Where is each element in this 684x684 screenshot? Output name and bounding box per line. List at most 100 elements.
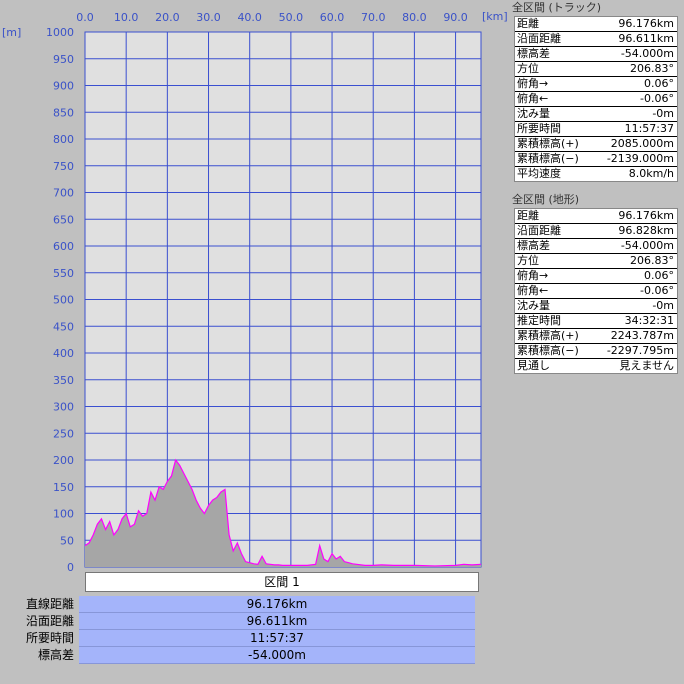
y-tick-label: 650 bbox=[53, 213, 74, 226]
panel-row-label: 沈み量 bbox=[517, 299, 550, 312]
y-tick-label: 850 bbox=[53, 106, 74, 119]
y-tick-label: 800 bbox=[53, 133, 74, 146]
panel-row-value: -0m bbox=[652, 107, 674, 120]
panel-row-value: 11:57:37 bbox=[624, 122, 674, 135]
panel-row-value: -0.06° bbox=[640, 284, 674, 297]
stat-value: 11:57:37 bbox=[79, 630, 475, 647]
panel-row-value: 206.83° bbox=[630, 62, 674, 75]
x-tick-label: 20.0 bbox=[155, 11, 180, 24]
y-tick-label: 900 bbox=[53, 80, 74, 93]
x-tick-label: 50.0 bbox=[279, 11, 304, 24]
panel-row: 方位 206.83° bbox=[515, 254, 677, 269]
y-tick-label: 50 bbox=[60, 534, 74, 547]
stat-label: 標高差 bbox=[37, 648, 74, 662]
panel-row-label: 標高差 bbox=[517, 47, 550, 60]
section-tab[interactable]: 区間 1 bbox=[85, 572, 479, 592]
y-tick-label: 250 bbox=[53, 427, 74, 440]
track-stats-table: 距離 96.176km 沿面距離 96.611km 標高差 -54.000m 方位 206.8… bbox=[514, 16, 678, 182]
panel-row-value: 0.06° bbox=[644, 269, 674, 282]
panel-row-label: 距離 bbox=[517, 17, 539, 30]
panel-row: 標高差 -54.000m bbox=[515, 47, 677, 62]
panel-row: 沿面距離 96.828km bbox=[515, 224, 677, 239]
elevation-chart: 0.0 10.0 20.0 30.0 40.0 50.0 60.0 70.0 80.0 90.0 … bbox=[46, 11, 482, 572]
panel-row-label: 方位 bbox=[517, 254, 539, 267]
panel-row-label: 俯角→ bbox=[517, 77, 549, 90]
panel-row: 俯角→ 0.06° bbox=[515, 269, 677, 284]
panel-row: 累積標高(+) 2085.000m bbox=[515, 137, 677, 152]
y-tick-label: 350 bbox=[53, 374, 74, 387]
panel-row: 距離 96.176km bbox=[515, 17, 677, 32]
panel-row-value: 96.828km bbox=[618, 224, 674, 237]
stat-value: 96.611km bbox=[79, 613, 475, 630]
panel-row-label: 俯角→ bbox=[517, 269, 549, 282]
x-tick-label: 30.0 bbox=[196, 11, 221, 24]
x-tick-label: 60.0 bbox=[320, 11, 345, 24]
panel-row: 所要時間 11:57:37 bbox=[515, 122, 677, 137]
panel-row-value: 2243.787m bbox=[610, 329, 674, 342]
panel-row-label: 方位 bbox=[517, 62, 539, 75]
terrain-summary-panel: 全区間 (地形) 距離 96.176km 沿面距離 96.828km 標高差 -54.00… bbox=[510, 192, 684, 374]
stat-row-surface-distance: 沿面距離 96.611km bbox=[0, 613, 480, 630]
track-summary-panel: 全区間 (トラック) 距離 96.176km 沿面距離 96.611km 標高差 -54.… bbox=[510, 0, 684, 182]
x-unit-label: [km] bbox=[482, 10, 508, 23]
y-tick-label: 150 bbox=[53, 481, 74, 494]
x-tick-label: 90.0 bbox=[443, 11, 468, 24]
panel-row-label: 累積標高(−) bbox=[517, 152, 579, 165]
x-tick-label: 70.0 bbox=[361, 11, 386, 24]
x-tick-label: 80.0 bbox=[402, 11, 427, 24]
stat-value: -54.000m bbox=[79, 647, 475, 664]
y-tick-label: 300 bbox=[53, 401, 74, 414]
panel-row-label: 所要時間 bbox=[517, 122, 561, 135]
y-tick-label: 1000 bbox=[46, 26, 74, 39]
panel-row-value: 8.0km/h bbox=[628, 167, 674, 180]
panel-row: 平均速度 8.0km/h bbox=[515, 167, 677, 181]
track-panel-title: 全区間 (トラック) bbox=[510, 0, 684, 16]
y-tick-label: 450 bbox=[53, 320, 74, 333]
panel-row-value: 96.176km bbox=[618, 17, 674, 30]
y-tick-label: 100 bbox=[53, 508, 74, 521]
panel-row-label: 累積標高(+) bbox=[517, 329, 579, 342]
panel-row-label: 沈み量 bbox=[517, 107, 550, 120]
panel-row-value: -0.06° bbox=[640, 92, 674, 105]
terrain-panel-title: 全区間 (地形) bbox=[510, 192, 684, 208]
stat-row-elevation-diff: 標高差 -54.000m bbox=[0, 647, 480, 664]
x-tick-labels: 0.0 10.0 20.0 30.0 40.0 50.0 60.0 70.0 80.0 90.0 bbox=[76, 11, 468, 24]
panel-row-value: 96.611km bbox=[618, 32, 674, 45]
panel-row-value: 96.176km bbox=[618, 209, 674, 222]
panel-row: 見通し 見えません bbox=[515, 359, 677, 373]
stat-label: 所要時間 bbox=[25, 631, 74, 645]
panel-row: 沿面距離 96.611km bbox=[515, 32, 677, 47]
panel-row: 俯角← -0.06° bbox=[515, 284, 677, 299]
panel-row: 俯角← -0.06° bbox=[515, 92, 677, 107]
y-tick-label: 750 bbox=[53, 160, 74, 173]
stat-label: 沿面距離 bbox=[25, 614, 74, 628]
section-stats: 直線距離 96.176km 沿面距離 96.611km 所要時間 11:57:3… bbox=[0, 596, 480, 664]
panel-row-label: 沿面距離 bbox=[517, 32, 561, 45]
y-tick-label: 700 bbox=[53, 187, 74, 200]
y-tick-label: 500 bbox=[53, 294, 74, 307]
panel-row-value: -54.000m bbox=[620, 239, 674, 252]
y-unit-label: [m] bbox=[2, 26, 22, 39]
terrain-stats-table: 距離 96.176km 沿面距離 96.828km 標高差 -54.000m 方位 206.8… bbox=[514, 208, 678, 374]
panel-row-value: 2085.000m bbox=[610, 137, 674, 150]
panel-row-value: -54.000m bbox=[620, 47, 674, 60]
grid bbox=[85, 31, 481, 568]
x-tick-label: 10.0 bbox=[114, 11, 139, 24]
y-tick-label: 550 bbox=[53, 267, 74, 280]
stat-label: 直線距離 bbox=[25, 597, 74, 611]
y-tick-label: 200 bbox=[53, 454, 74, 467]
y-tick-labels: 1000950900850800750700650600550500450400… bbox=[46, 26, 74, 572]
panel-row: 俯角→ 0.06° bbox=[515, 77, 677, 92]
panel-row-label: 累積標高(−) bbox=[517, 344, 579, 357]
panel-row: 累積標高(−) -2297.795m bbox=[515, 344, 677, 359]
panel-row-value: 見えません bbox=[619, 359, 674, 372]
panel-row-label: 距離 bbox=[517, 209, 539, 222]
panel-row: 沈み量 -0m bbox=[515, 299, 677, 314]
y-tick-label: 0 bbox=[67, 561, 74, 572]
panel-row: 方位 206.83° bbox=[515, 62, 677, 77]
stat-value: 96.176km bbox=[79, 596, 475, 613]
panel-row-label: 累積標高(+) bbox=[517, 137, 579, 150]
panel-row-label: 推定時間 bbox=[517, 314, 561, 327]
stat-row-straight-distance: 直線距離 96.176km bbox=[0, 596, 480, 613]
stat-row-elapsed-time: 所要時間 11:57:37 bbox=[0, 630, 480, 647]
